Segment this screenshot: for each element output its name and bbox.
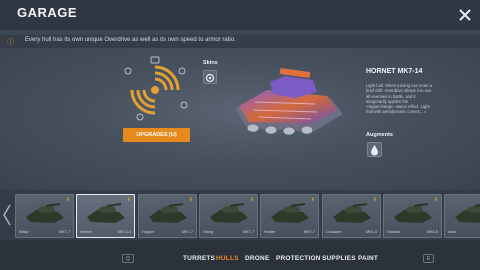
skins-button[interactable] <box>203 70 217 84</box>
tab-supplies[interactable]: SUPPLIES <box>322 255 356 262</box>
upgrades-button[interactable]: UPGRADES (U) <box>123 128 190 142</box>
tip-text: Every hull has its own unique Overdrive … <box>25 37 236 43</box>
hull-thumbnail <box>149 203 187 223</box>
hull-card-grade: MK7-7 <box>58 230 70 234</box>
hull-card-hornet[interactable]: ⬆ Hornet MK7-14 <box>76 194 135 238</box>
hull-card-wasp[interactable]: ⬆ Wasp MK7-7 <box>15 194 74 238</box>
hull-card-crusader[interactable]: ⬆ Crusader MK1-0 <box>322 194 381 238</box>
hull-thumbnail <box>26 203 64 223</box>
hull-card-name: Hopper <box>142 230 155 234</box>
hull-card-grade: MK7-7 <box>181 230 193 234</box>
hull-card-grade: MK7-7 <box>242 230 254 234</box>
tab-hulls[interactable]: HULLS <box>216 255 239 262</box>
hull-card-name: Hunter <box>264 230 276 234</box>
overdrive-icon <box>124 56 188 121</box>
hull-card-name: Dictator <box>387 230 401 234</box>
header-bar: GARAGE <box>0 0 480 30</box>
hull-card-name: Hornet <box>80 230 92 234</box>
hull-card-ares[interactable]: ⬆Ares <box>444 194 480 238</box>
hull-card-grade: MK7-14 <box>117 230 131 234</box>
hull-card-grade: MK1-0 <box>365 230 377 234</box>
tab-paint[interactable]: PAINT <box>358 255 378 262</box>
augments-label: Augments <box>366 132 393 138</box>
bottom-nav <box>0 240 480 270</box>
hull-card-dictator[interactable]: ⬆ Dictator MK6-5 <box>383 194 442 238</box>
hull-card-name: Ares <box>448 230 456 234</box>
hull-card-name: Crusader <box>326 230 342 234</box>
hull-card-viking[interactable]: ⬆ Viking MK7-7 <box>199 194 258 238</box>
read-more-link[interactable]: ▸ <box>424 109 426 114</box>
hull-description: Light hull. When turning can enter a bri… <box>366 83 436 115</box>
chevron-left-icon[interactable] <box>2 200 12 230</box>
info-icon: ⓘ <box>7 39 14 46</box>
hull-thumbnail <box>333 203 371 223</box>
hull-card-name: Wasp <box>19 230 29 234</box>
next-tab-key[interactable]: E <box>423 254 435 263</box>
skins-icon <box>205 73 215 83</box>
tab-protection[interactable]: PROTECTION <box>276 255 321 262</box>
hull-thumbnail <box>210 203 248 223</box>
augments-button[interactable] <box>367 142 382 157</box>
hull-card-name: Viking <box>203 230 214 234</box>
hull-thumbnail <box>87 203 125 223</box>
skins-label: Skins <box>203 60 218 66</box>
close-icon[interactable] <box>458 8 472 22</box>
hull-thumbnail <box>455 203 480 223</box>
hull-card-grade: MK6-5 <box>426 230 438 234</box>
tip-bar: ⓘ Every hull has its own unique Overdriv… <box>0 35 480 48</box>
hull-card-hunter[interactable]: ⬆ Hunter MK7-7 <box>260 194 319 238</box>
page-title: GARAGE <box>17 5 78 20</box>
hull-thumbnail <box>271 203 309 223</box>
drop-icon <box>371 145 378 156</box>
hull-description-text: Light hull. When turning can enter a bri… <box>366 83 433 115</box>
prev-tab-key[interactable]: Q <box>122 254 134 263</box>
hull-card-grade: MK7-7 <box>303 230 315 234</box>
hull-name: HORNET MK7-14 <box>366 68 423 75</box>
hull-preview-image <box>235 67 343 136</box>
hull-thumbnail <box>394 203 432 223</box>
hull-card-hopper[interactable]: ⬆ Hopper MK7-7 <box>138 194 197 238</box>
tab-drone[interactable]: DRONE <box>245 255 269 262</box>
tab-turrets[interactable]: TURRETS <box>183 255 215 262</box>
